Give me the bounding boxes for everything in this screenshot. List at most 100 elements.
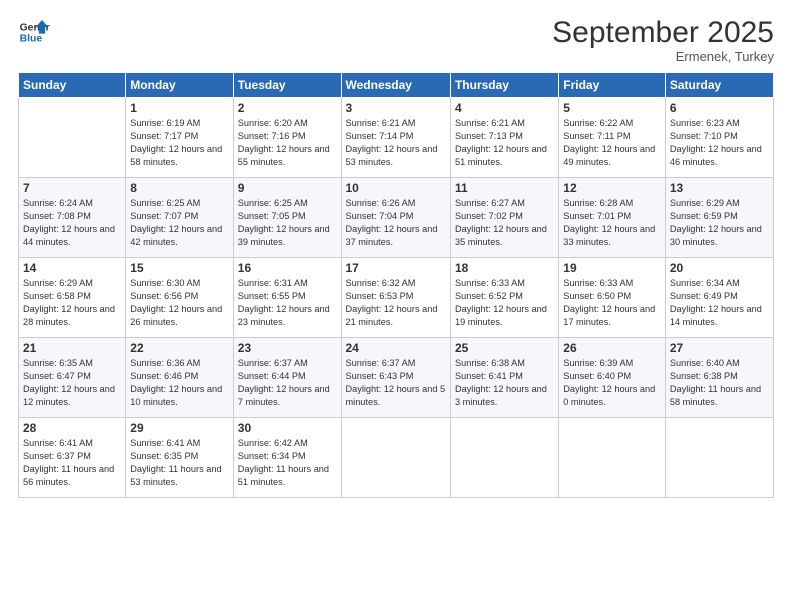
day-number: 20: [670, 261, 769, 275]
day-number: 1: [130, 101, 228, 115]
calendar-table: Sunday Monday Tuesday Wednesday Thursday…: [18, 72, 774, 498]
day-info: Sunrise: 6:33 AMSunset: 6:50 PMDaylight:…: [563, 277, 661, 329]
day-info: Sunrise: 6:26 AMSunset: 7:04 PMDaylight:…: [346, 197, 446, 249]
day-number: 18: [455, 261, 554, 275]
table-row: 24 Sunrise: 6:37 AMSunset: 6:43 PMDaylig…: [341, 338, 450, 418]
day-number: 14: [23, 261, 121, 275]
table-row: 26 Sunrise: 6:39 AMSunset: 6:40 PMDaylig…: [559, 338, 666, 418]
day-info: Sunrise: 6:25 AMSunset: 7:07 PMDaylight:…: [130, 197, 228, 249]
day-info: Sunrise: 6:34 AMSunset: 6:49 PMDaylight:…: [670, 277, 769, 329]
day-info: Sunrise: 6:27 AMSunset: 7:02 PMDaylight:…: [455, 197, 554, 249]
table-row: 6 Sunrise: 6:23 AMSunset: 7:10 PMDayligh…: [665, 98, 773, 178]
header-monday: Monday: [126, 73, 233, 98]
calendar-week-row: 7 Sunrise: 6:24 AMSunset: 7:08 PMDayligh…: [19, 178, 774, 258]
table-row: [341, 418, 450, 498]
day-info: Sunrise: 6:21 AMSunset: 7:13 PMDaylight:…: [455, 117, 554, 169]
day-info: Sunrise: 6:19 AMSunset: 7:17 PMDaylight:…: [130, 117, 228, 169]
day-number: 15: [130, 261, 228, 275]
calendar-header-row: Sunday Monday Tuesday Wednesday Thursday…: [19, 73, 774, 98]
day-info: Sunrise: 6:24 AMSunset: 7:08 PMDaylight:…: [23, 197, 121, 249]
table-row: 13 Sunrise: 6:29 AMSunset: 6:59 PMDaylig…: [665, 178, 773, 258]
table-row: 30 Sunrise: 6:42 AMSunset: 6:34 PMDaylig…: [233, 418, 341, 498]
table-row: 12 Sunrise: 6:28 AMSunset: 7:01 PMDaylig…: [559, 178, 666, 258]
day-number: 28: [23, 421, 121, 435]
day-number: 2: [238, 101, 337, 115]
day-info: Sunrise: 6:41 AMSunset: 6:35 PMDaylight:…: [130, 437, 228, 489]
table-row: 4 Sunrise: 6:21 AMSunset: 7:13 PMDayligh…: [450, 98, 558, 178]
table-row: 22 Sunrise: 6:36 AMSunset: 6:46 PMDaylig…: [126, 338, 233, 418]
day-info: Sunrise: 6:42 AMSunset: 6:34 PMDaylight:…: [238, 437, 337, 489]
table-row: 14 Sunrise: 6:29 AMSunset: 6:58 PMDaylig…: [19, 258, 126, 338]
day-info: Sunrise: 6:29 AMSunset: 6:58 PMDaylight:…: [23, 277, 121, 329]
day-number: 10: [346, 181, 446, 195]
logo: General Blue: [18, 16, 50, 48]
table-row: 16 Sunrise: 6:31 AMSunset: 6:55 PMDaylig…: [233, 258, 341, 338]
day-number: 26: [563, 341, 661, 355]
day-info: Sunrise: 6:30 AMSunset: 6:56 PMDaylight:…: [130, 277, 228, 329]
table-row: 21 Sunrise: 6:35 AMSunset: 6:47 PMDaylig…: [19, 338, 126, 418]
day-number: 16: [238, 261, 337, 275]
day-info: Sunrise: 6:33 AMSunset: 6:52 PMDaylight:…: [455, 277, 554, 329]
day-info: Sunrise: 6:36 AMSunset: 6:46 PMDaylight:…: [130, 357, 228, 409]
table-row: 9 Sunrise: 6:25 AMSunset: 7:05 PMDayligh…: [233, 178, 341, 258]
table-row: 29 Sunrise: 6:41 AMSunset: 6:35 PMDaylig…: [126, 418, 233, 498]
day-info: Sunrise: 6:25 AMSunset: 7:05 PMDaylight:…: [238, 197, 337, 249]
day-info: Sunrise: 6:40 AMSunset: 6:38 PMDaylight:…: [670, 357, 769, 409]
svg-text:Blue: Blue: [20, 34, 43, 45]
day-number: 25: [455, 341, 554, 355]
table-row: 18 Sunrise: 6:33 AMSunset: 6:52 PMDaylig…: [450, 258, 558, 338]
day-number: 23: [238, 341, 337, 355]
table-row: 28 Sunrise: 6:41 AMSunset: 6:37 PMDaylig…: [19, 418, 126, 498]
table-row: 20 Sunrise: 6:34 AMSunset: 6:49 PMDaylig…: [665, 258, 773, 338]
table-row: 27 Sunrise: 6:40 AMSunset: 6:38 PMDaylig…: [665, 338, 773, 418]
calendar-week-row: 21 Sunrise: 6:35 AMSunset: 6:47 PMDaylig…: [19, 338, 774, 418]
calendar-week-row: 14 Sunrise: 6:29 AMSunset: 6:58 PMDaylig…: [19, 258, 774, 338]
calendar-week-row: 28 Sunrise: 6:41 AMSunset: 6:37 PMDaylig…: [19, 418, 774, 498]
day-number: 19: [563, 261, 661, 275]
day-info: Sunrise: 6:35 AMSunset: 6:47 PMDaylight:…: [23, 357, 121, 409]
day-info: Sunrise: 6:29 AMSunset: 6:59 PMDaylight:…: [670, 197, 769, 249]
title-block: September 2025 Ermenek, Turkey: [552, 16, 774, 64]
table-row: 23 Sunrise: 6:37 AMSunset: 6:44 PMDaylig…: [233, 338, 341, 418]
table-row: 11 Sunrise: 6:27 AMSunset: 7:02 PMDaylig…: [450, 178, 558, 258]
day-number: 11: [455, 181, 554, 195]
page-header: General Blue September 2025 Ermenek, Tur…: [18, 16, 774, 64]
day-number: 7: [23, 181, 121, 195]
day-number: 27: [670, 341, 769, 355]
month-title: September 2025: [552, 16, 774, 49]
day-info: Sunrise: 6:37 AMSunset: 6:44 PMDaylight:…: [238, 357, 337, 409]
day-number: 5: [563, 101, 661, 115]
day-number: 24: [346, 341, 446, 355]
day-info: Sunrise: 6:31 AMSunset: 6:55 PMDaylight:…: [238, 277, 337, 329]
table-row: 8 Sunrise: 6:25 AMSunset: 7:07 PMDayligh…: [126, 178, 233, 258]
day-info: Sunrise: 6:22 AMSunset: 7:11 PMDaylight:…: [563, 117, 661, 169]
table-row: 3 Sunrise: 6:21 AMSunset: 7:14 PMDayligh…: [341, 98, 450, 178]
day-info: Sunrise: 6:38 AMSunset: 6:41 PMDaylight:…: [455, 357, 554, 409]
day-number: 17: [346, 261, 446, 275]
table-row: 2 Sunrise: 6:20 AMSunset: 7:16 PMDayligh…: [233, 98, 341, 178]
table-row: [450, 418, 558, 498]
table-row: 19 Sunrise: 6:33 AMSunset: 6:50 PMDaylig…: [559, 258, 666, 338]
day-number: 6: [670, 101, 769, 115]
day-info: Sunrise: 6:21 AMSunset: 7:14 PMDaylight:…: [346, 117, 446, 169]
table-row: 10 Sunrise: 6:26 AMSunset: 7:04 PMDaylig…: [341, 178, 450, 258]
day-number: 29: [130, 421, 228, 435]
day-number: 21: [23, 341, 121, 355]
day-number: 4: [455, 101, 554, 115]
header-thursday: Thursday: [450, 73, 558, 98]
header-wednesday: Wednesday: [341, 73, 450, 98]
logo-icon: General Blue: [18, 16, 50, 48]
day-info: Sunrise: 6:20 AMSunset: 7:16 PMDaylight:…: [238, 117, 337, 169]
table-row: [559, 418, 666, 498]
table-row: [665, 418, 773, 498]
header-tuesday: Tuesday: [233, 73, 341, 98]
day-info: Sunrise: 6:23 AMSunset: 7:10 PMDaylight:…: [670, 117, 769, 169]
day-number: 13: [670, 181, 769, 195]
header-friday: Friday: [559, 73, 666, 98]
table-row: 7 Sunrise: 6:24 AMSunset: 7:08 PMDayligh…: [19, 178, 126, 258]
table-row: [19, 98, 126, 178]
header-saturday: Saturday: [665, 73, 773, 98]
table-row: 15 Sunrise: 6:30 AMSunset: 6:56 PMDaylig…: [126, 258, 233, 338]
day-info: Sunrise: 6:28 AMSunset: 7:01 PMDaylight:…: [563, 197, 661, 249]
table-row: 1 Sunrise: 6:19 AMSunset: 7:17 PMDayligh…: [126, 98, 233, 178]
